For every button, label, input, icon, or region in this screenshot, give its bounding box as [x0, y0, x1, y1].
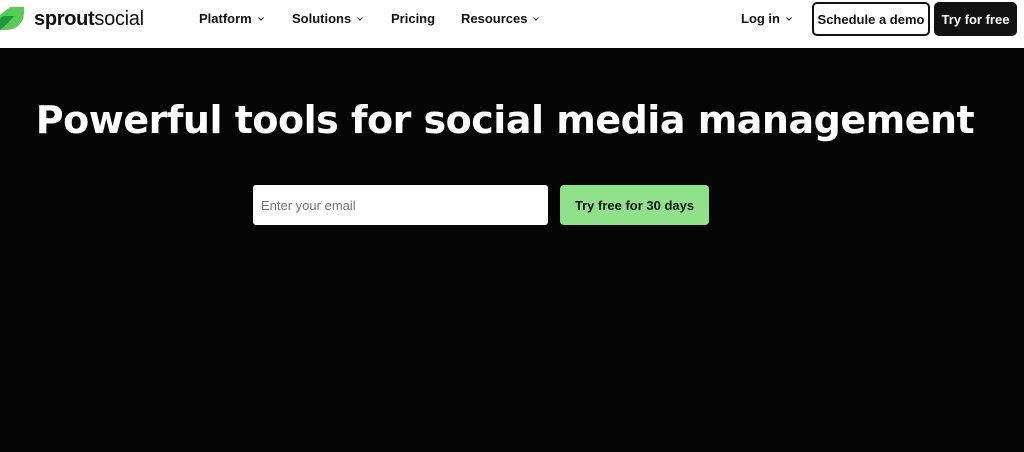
top-navigation-bar: sproutsocial Platform Solutions Pricing …: [0, 0, 1017, 48]
nav-item-label: Platform: [199, 11, 252, 26]
hero-title: Powerful tools for social media manageme…: [35, 98, 975, 142]
email-input[interactable]: [253, 185, 548, 225]
nav-item-pricing[interactable]: Pricing: [391, 11, 435, 26]
logo-wordmark-bold: sprout: [34, 7, 95, 30]
nav-item-resources[interactable]: Resources: [461, 11, 540, 26]
chevron-down-icon: [533, 16, 540, 21]
hero-section: Powerful tools for social media manageme…: [0, 48, 1024, 452]
sprout-leaf-icon: [0, 7, 24, 30]
login-link[interactable]: Log in: [741, 11, 793, 26]
nav-item-label: Solutions: [292, 11, 352, 26]
try-free-30-days-button[interactable]: Try free for 30 days: [560, 185, 709, 225]
nav-item-platform[interactable]: Platform: [199, 11, 265, 26]
logo-wordmark: sproutsocial: [34, 8, 144, 31]
nav-item-solutions[interactable]: Solutions: [292, 11, 364, 26]
logo-wordmark-regular: social: [94, 7, 144, 30]
nav-item-label: Pricing: [391, 11, 436, 26]
sprout-social-logo[interactable]: sproutsocial: [0, 5, 144, 33]
login-label: Log in: [741, 11, 780, 26]
chevron-down-icon: [357, 16, 364, 21]
schedule-demo-button[interactable]: Schedule a demo: [812, 2, 930, 36]
chevron-down-icon: [257, 16, 264, 21]
try-for-free-button[interactable]: Try for free: [934, 2, 1017, 36]
nav-item-label: Resources: [461, 11, 528, 26]
chevron-down-icon: [786, 16, 792, 21]
